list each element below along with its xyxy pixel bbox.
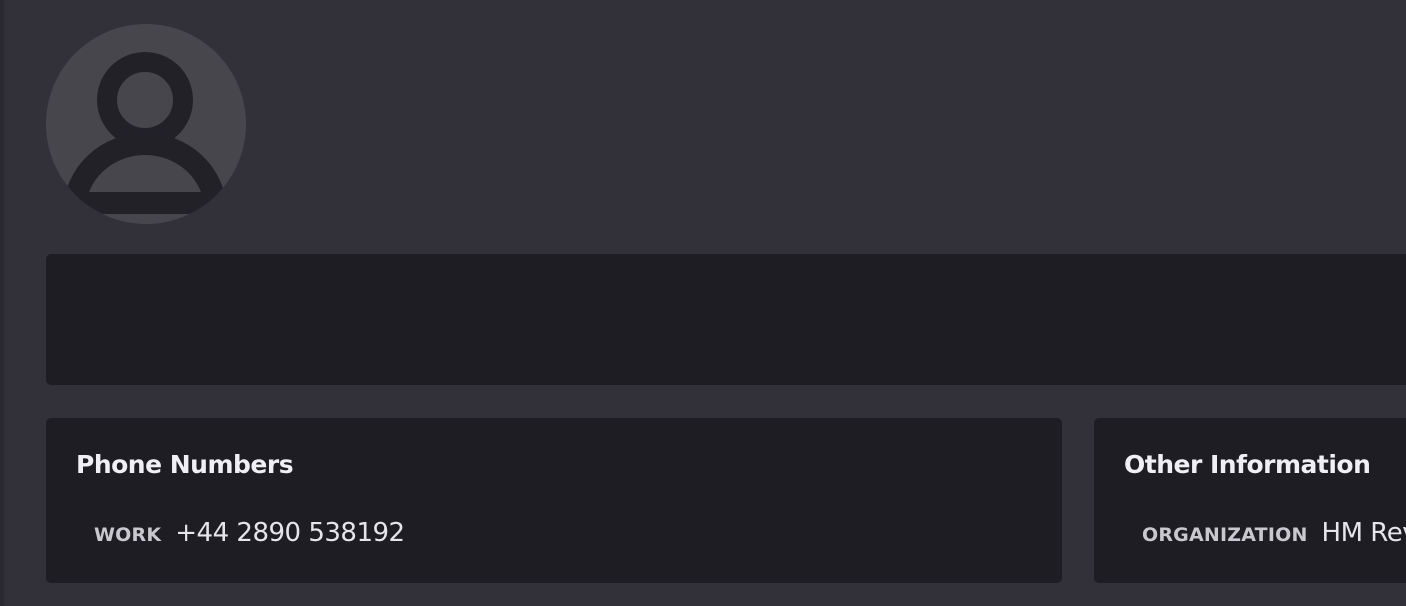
contact-details-view: Phone Numbers WORK +44 2890 538192 Other…	[0, 0, 1406, 606]
contact-name-banner	[46, 254, 1406, 385]
other-information-card: Other Information ORGANIZATION HM Rev	[1094, 418, 1406, 583]
organization-entry: ORGANIZATION HM Rev	[1142, 518, 1406, 548]
phone-entry[interactable]: WORK +44 2890 538192	[94, 518, 405, 548]
person-icon	[63, 52, 227, 215]
left-divider	[0, 0, 4, 606]
organization-value: HM Rev	[1321, 518, 1406, 548]
other-information-title: Other Information	[1124, 450, 1371, 479]
phone-number-value[interactable]: +44 2890 538192	[175, 518, 405, 548]
phone-numbers-card: Phone Numbers WORK +44 2890 538192	[46, 418, 1062, 583]
phone-numbers-title: Phone Numbers	[76, 450, 294, 479]
contact-avatar	[46, 24, 246, 224]
phone-type-label: WORK	[94, 524, 162, 546]
organization-label: ORGANIZATION	[1142, 524, 1308, 546]
